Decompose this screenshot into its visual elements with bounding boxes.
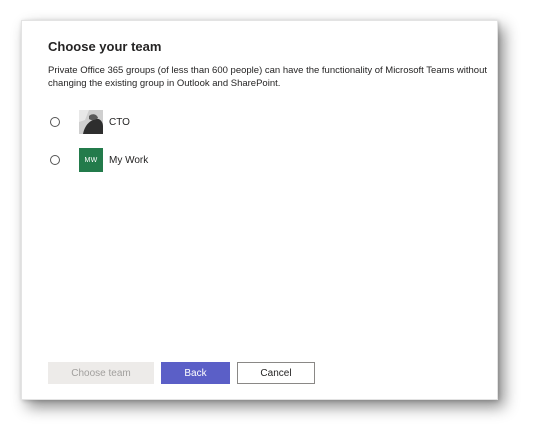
screenshot-canvas: Choose your team Private Office 365 grou… <box>0 0 540 441</box>
team-name: My Work <box>109 154 149 166</box>
team-avatar-initials: MW <box>79 148 103 172</box>
radio-button[interactable] <box>50 155 60 165</box>
team-option-my-work[interactable]: MW My Work <box>50 148 148 172</box>
cancel-button[interactable]: Cancel <box>237 362 315 384</box>
radio-button[interactable] <box>50 117 60 127</box>
dialog-title: Choose your team <box>48 39 162 54</box>
choose-team-button[interactable]: Choose team <box>48 362 154 384</box>
dialog-description: Private Office 365 groups (of less than … <box>48 65 488 89</box>
team-option-cto[interactable]: CTO <box>50 110 130 134</box>
team-name: CTO <box>109 116 130 128</box>
back-button[interactable]: Back <box>161 362 230 384</box>
team-avatar-photo <box>79 110 103 134</box>
avatar-photo-icon <box>79 110 103 134</box>
choose-team-dialog: Choose your team Private Office 365 grou… <box>21 20 498 400</box>
